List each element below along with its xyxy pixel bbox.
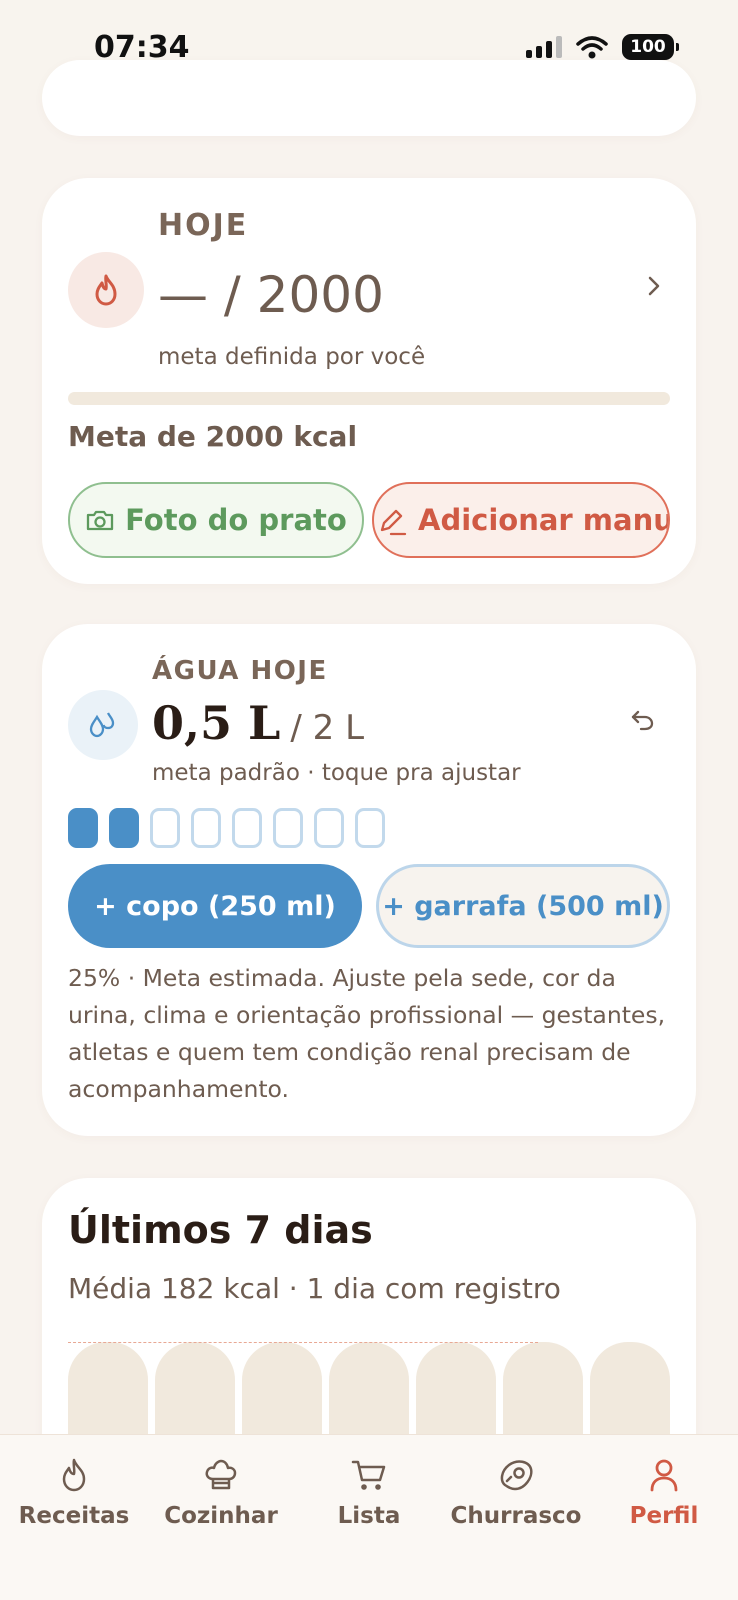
cellular-signal-icon: [526, 36, 562, 58]
photo-button[interactable]: Foto do prato: [68, 482, 364, 558]
tab-lista[interactable]: Lista: [295, 1457, 443, 1529]
tab-perfil[interactable]: Perfil: [590, 1457, 738, 1529]
tab-label: Perfil: [629, 1503, 699, 1529]
calories-progress: [68, 392, 670, 405]
calories-card[interactable]: HOJE — / 2000 meta definida por você Met…: [42, 178, 696, 584]
tab-label: Receitas: [18, 1503, 130, 1529]
water-drops-icon: [89, 712, 115, 738]
calories-subtitle: meta definida por você: [158, 344, 426, 370]
cart-icon: [351, 1460, 386, 1490]
tab-bar: Receitas Cozinhar Lista Churrasco Perfil: [0, 1434, 738, 1600]
water-drops-badge: [68, 690, 138, 760]
wifi-icon: [576, 36, 608, 59]
tab-label: Churrasco: [450, 1503, 582, 1529]
undo-icon[interactable]: [630, 708, 656, 732]
water-label: ÁGUA HOJE: [152, 656, 328, 686]
water-cup-empty[interactable]: [150, 808, 180, 848]
water-cup-empty[interactable]: [355, 808, 385, 848]
status-icons: 100: [526, 34, 679, 60]
week-subtitle: Média 182 kcal · 1 dia com registro: [68, 1272, 561, 1305]
water-cup-empty[interactable]: [191, 808, 221, 848]
tab-label: Lista: [337, 1503, 401, 1529]
flame-icon: [95, 274, 117, 306]
camera-icon: [87, 510, 114, 531]
add-bottle-button[interactable]: + garrafa (500 ml): [376, 864, 670, 948]
pencil-icon: [380, 509, 407, 536]
water-amount: 0,5 L: [152, 696, 281, 750]
tab-receitas[interactable]: Receitas: [0, 1457, 148, 1529]
water-cups-tracker: [68, 808, 385, 848]
water-value[interactable]: 0,5 L / 2 L: [152, 696, 364, 750]
tab-churrasco[interactable]: Churrasco: [442, 1457, 590, 1529]
tab-cozinhar[interactable]: Cozinhar: [147, 1457, 295, 1529]
water-card: ÁGUA HOJE 0,5 L / 2 L meta padrão · toqu…: [42, 624, 696, 1136]
week-title: Últimos 7 dias: [68, 1208, 373, 1252]
photo-button-label: Foto do prato: [125, 503, 347, 537]
tab-label: Cozinhar: [164, 1503, 278, 1529]
water-note: 25% · Meta estimada. Ajuste pela sede, c…: [68, 964, 666, 1103]
steak-icon: [500, 1460, 533, 1491]
week-average-line: [68, 1342, 538, 1343]
water-goal: / 2 L: [290, 708, 365, 748]
water-cup-filled[interactable]: [68, 808, 98, 848]
water-subtitle[interactable]: meta padrão · toque pra ajustar: [152, 760, 521, 786]
water-cup-filled[interactable]: [109, 808, 139, 848]
calories-label: HOJE: [158, 208, 249, 243]
flame-icon-badge: [68, 252, 144, 328]
water-cup-empty[interactable]: [232, 808, 262, 848]
battery-icon: 100: [622, 34, 679, 60]
chevron-right-icon[interactable]: [646, 274, 662, 298]
manual-add-button[interactable]: Adicionar manual: [372, 482, 670, 558]
water-cup-empty[interactable]: [273, 808, 303, 848]
calories-value: — / 2000: [158, 266, 384, 324]
calories-goal-text: Meta de 2000 kcal: [68, 420, 358, 453]
previous-card: [42, 60, 696, 136]
add-cup-button[interactable]: + copo (250 ml): [68, 864, 362, 948]
flame-icon: [62, 1458, 86, 1492]
person-icon: [650, 1459, 678, 1492]
manual-add-button-label: Adicionar manual: [418, 503, 668, 537]
water-cup-empty[interactable]: [314, 808, 344, 848]
chef-hat-icon: [205, 1459, 237, 1490]
